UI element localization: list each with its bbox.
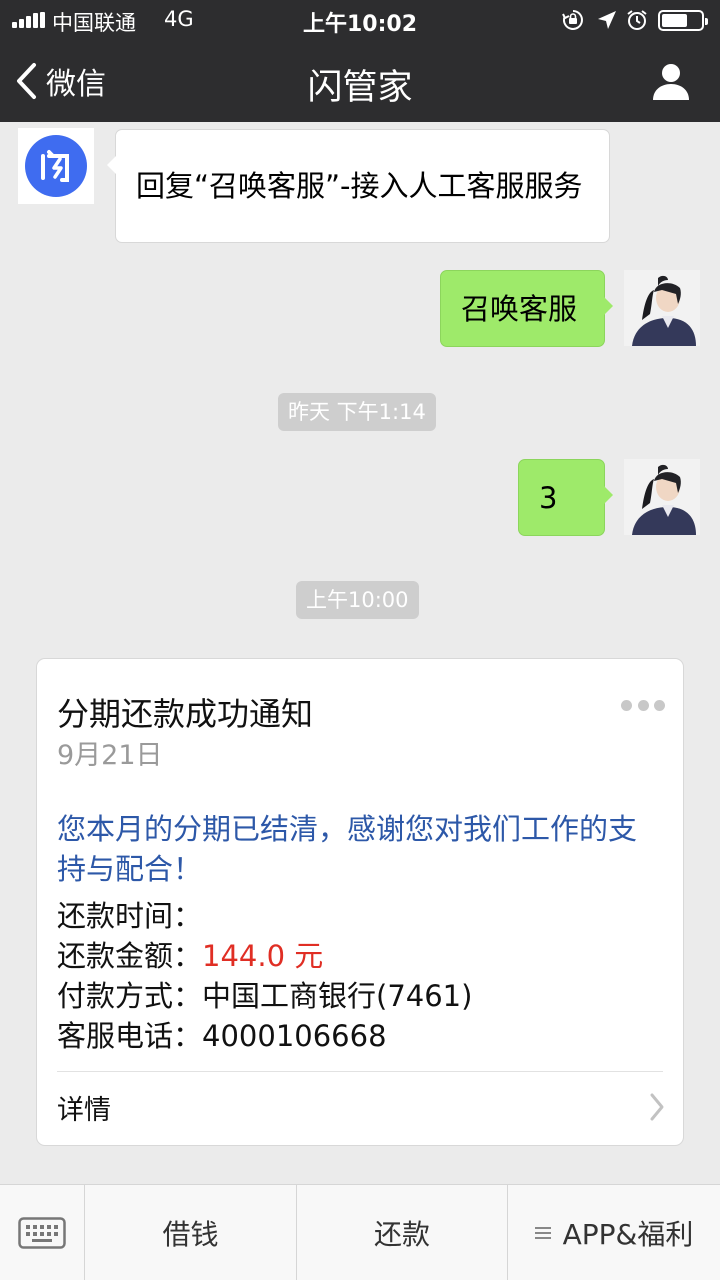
submenu-icon — [534, 1226, 551, 1239]
card-row-repay-amount: 还款金额：144.0 元 — [57, 933, 323, 975]
timestamp-chip: 昨天 下午1:14 — [278, 393, 436, 431]
user-avatar-image — [624, 270, 700, 346]
status-bar: 中国联通 4G 上午10:02 — [0, 0, 720, 40]
location-icon — [598, 11, 616, 29]
row-label: 还款金额： — [57, 939, 203, 973]
shanguanjia-logo-icon — [18, 128, 94, 204]
row-label: 还款时间： — [57, 899, 203, 933]
menu-item-app-welfare[interactable]: APP&福利 — [508, 1185, 720, 1280]
card-intro-text: 您本月的分期已结清，感谢您对我们工作的支持与配合！ — [57, 812, 638, 886]
bot-avatar[interactable] — [18, 128, 94, 204]
message-bubble[interactable]: 回复“召唤客服”-接入人工客服服务 — [107, 129, 610, 243]
user-avatar-image — [624, 459, 700, 535]
bottom-menu: 借钱 还款 APP&福利 — [0, 1184, 720, 1280]
more-options-icon[interactable] — [621, 695, 665, 715]
menu-item-label: APP&福利 — [562, 1217, 694, 1251]
keyboard-toggle-button[interactable] — [0, 1185, 85, 1280]
alarm-icon — [627, 10, 647, 30]
row-label: 客服电话： — [57, 1019, 203, 1053]
keyboard-icon — [18, 1217, 66, 1249]
message-text: 回复“召唤客服”-接入人工客服服务 — [136, 169, 583, 203]
menu-item-label: 借钱 — [162, 1217, 219, 1251]
navigation-bar: 微信 闪管家 — [0, 40, 720, 122]
orientation-lock-icon — [562, 10, 583, 30]
page-title: 闪管家 — [307, 68, 413, 108]
row-label: 付款方式： — [57, 979, 203, 1013]
profile-icon[interactable] — [650, 60, 692, 102]
detail-label: 详情 — [57, 1095, 111, 1126]
card-title: 分期还款成功通知 — [57, 695, 314, 733]
chevron-right-icon — [650, 1093, 664, 1121]
repay-amount: 144.0 元 — [202, 939, 324, 973]
card-date: 9月21日 — [57, 740, 163, 771]
card-detail-link[interactable]: 详情 — [37, 1072, 683, 1146]
message-bubble[interactable]: 召唤客服 — [440, 270, 613, 347]
chat-area[interactable]: 回复“召唤客服”-接入人工客服服务 召唤客服 昨天 下午1:14 3 上午10:… — [0, 122, 720, 1184]
top-bar: 中国联通 4G 上午10:02 微信 闪管家 — [0, 0, 720, 122]
menu-item-repay[interactable]: 还款 — [297, 1185, 508, 1280]
message-text: 3 — [539, 480, 558, 515]
user-avatar[interactable] — [624, 270, 700, 346]
row-value: 中国工商银行(7461) — [202, 979, 473, 1013]
message-bubble[interactable]: 3 — [518, 459, 613, 536]
battery-icon — [658, 10, 708, 31]
menu-item-borrow[interactable]: 借钱 — [85, 1185, 297, 1280]
user-avatar[interactable] — [624, 459, 700, 535]
notification-card[interactable]: 分期还款成功通知 9月21日 您本月的分期已结清，感谢您对我们工作的支持与配合！… — [36, 658, 684, 1146]
row-value[interactable]: 4000106668 — [202, 1019, 387, 1053]
timestamp-chip: 上午10:00 — [296, 581, 419, 619]
card-row-service-phone: 客服电话：4000106668 — [57, 1013, 387, 1055]
message-text: 召唤客服 — [461, 291, 578, 326]
card-row-payment-method: 付款方式：中国工商银行(7461) — [57, 973, 472, 1015]
menu-item-label: 还款 — [373, 1217, 430, 1251]
card-row-repay-time: 还款时间： — [57, 893, 202, 935]
